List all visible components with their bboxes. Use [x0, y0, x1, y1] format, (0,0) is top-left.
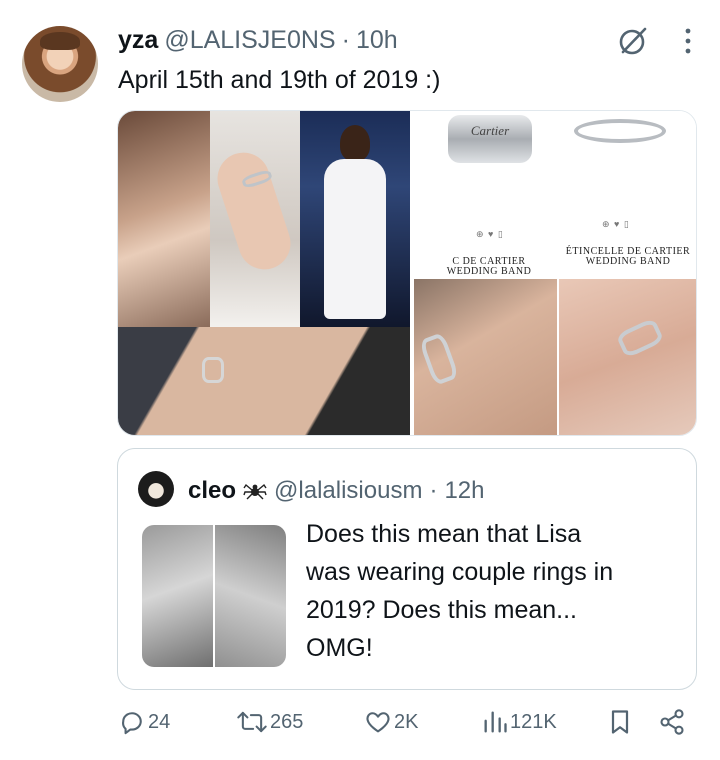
header-actions	[616, 24, 692, 58]
product-icons: ⊕ ♥ ▯	[476, 229, 504, 239]
spider-icon	[243, 479, 267, 503]
more-icon[interactable]	[684, 27, 692, 55]
retweet-count: 265	[270, 710, 304, 733]
like-count: 2K	[394, 710, 419, 733]
share-icon	[658, 708, 686, 736]
bookmark-icon	[608, 708, 632, 736]
quoted-avatar[interactable]	[138, 471, 174, 507]
collage-portrait	[118, 111, 210, 327]
collage-hand-ring	[210, 111, 300, 327]
quoted-photo-2	[215, 525, 286, 667]
product-label-2: ÉTINCELLE DE CARTIER WEDDING BAND	[565, 246, 691, 267]
views-button[interactable]: 121K	[482, 708, 557, 736]
avatar[interactable]	[22, 26, 98, 102]
author-handle[interactable]: @LALISJE0NS	[164, 26, 335, 55]
separator-dot: ·	[429, 477, 438, 504]
author-name[interactable]: yza	[118, 26, 158, 55]
quoted-author-name: cleo	[188, 477, 237, 504]
media-photo-right[interactable]: Cartier ⊕ ♥ ▯ ⊕ ♥ ▯ C DE CARTIER WEDDING…	[414, 111, 696, 435]
reply-count: 24	[148, 710, 171, 733]
tweet[interactable]: yza @LALISJE0NS · 10h April 15th and 19t…	[0, 0, 720, 760]
quoted-media[interactable]	[142, 525, 286, 667]
brand-engraving: Cartier	[470, 123, 510, 138]
grok-icon[interactable]	[616, 24, 650, 58]
product-panel: Cartier ⊕ ♥ ▯ ⊕ ♥ ▯ C DE CARTIER WEDDING…	[414, 111, 696, 279]
bookmark-button[interactable]	[608, 708, 632, 736]
action-bar: 24 265 2K 121K	[118, 708, 692, 740]
media-photo-left[interactable]	[118, 111, 410, 435]
product-icons: ⊕ ♥ ▯	[602, 219, 630, 229]
retweet-icon	[236, 708, 268, 736]
cartier-ring-image: Cartier	[448, 115, 532, 163]
hand-ring-photo-1	[414, 279, 557, 435]
views-count: 121K	[510, 710, 557, 733]
like-icon	[364, 708, 392, 736]
separator-dot: ·	[341, 26, 350, 54]
product-label-1: C DE CARTIER WEDDING BAND	[446, 256, 532, 277]
tweet-media[interactable]: Cartier ⊕ ♥ ▯ ⊕ ♥ ▯ C DE CARTIER WEDDING…	[117, 110, 697, 436]
share-button[interactable]	[658, 708, 686, 736]
tweet-header: yza @LALISJE0NS · 10h	[118, 26, 398, 56]
quoted-text: Does this mean that Lisa was wearing cou…	[306, 520, 614, 662]
quoted-header: cleo @lalalisiousm · 12h	[188, 477, 484, 505]
etincelle-ring-image	[574, 119, 666, 143]
timestamp[interactable]: 10h	[356, 26, 398, 55]
quoted-timestamp: 12h	[444, 477, 485, 504]
reply-button[interactable]: 24	[118, 708, 170, 736]
views-icon	[482, 708, 508, 736]
collage-hand-closeup	[118, 327, 410, 435]
hand-ring-photo-2	[559, 279, 696, 435]
reply-icon	[118, 708, 146, 736]
collage-stage-photo	[300, 111, 410, 327]
quoted-photo-1	[142, 525, 213, 667]
retweet-button[interactable]: 265	[236, 708, 303, 736]
tweet-text: April 15th and 19th of 2019 :)	[118, 66, 441, 94]
quoted-author-handle: @lalalisiousm	[274, 477, 423, 504]
like-button[interactable]: 2K	[364, 708, 418, 736]
quoted-tweet[interactable]: cleo @lalalisiousm · 12h Does this mean …	[117, 448, 697, 690]
